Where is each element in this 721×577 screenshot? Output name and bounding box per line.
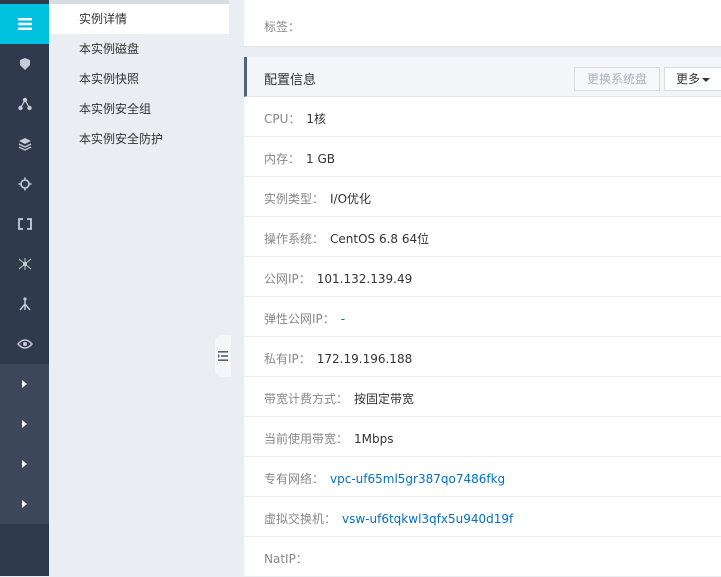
- chevron-right-icon: [21, 380, 27, 388]
- config-row-instance-type: 实例类型： I/O优化: [244, 177, 721, 217]
- chevron-right-icon: [21, 500, 27, 508]
- rail-ecs[interactable]: [0, 44, 49, 84]
- subnav-item-disks[interactable]: 本实例磁盘: [49, 34, 229, 64]
- database-icon: [18, 138, 31, 151]
- config-key: 专有网络：: [264, 472, 325, 486]
- main-content: 标签： 配置信息 更换系统盘 更多 CPU： 1核 内存： 1 GB 实例类型： I/…: [229, 0, 721, 576]
- rail-link[interactable]: [0, 204, 49, 244]
- tree-icon: [18, 297, 31, 311]
- rail-cog[interactable]: [0, 164, 49, 204]
- config-row-memory: 内存： 1 GB: [244, 137, 721, 177]
- subnav-item-security-groups[interactable]: 本实例安全组: [49, 94, 229, 124]
- network-icon: [17, 97, 32, 111]
- elastic-ip-link[interactable]: -: [341, 312, 345, 326]
- config-value: 1 GB: [306, 152, 335, 166]
- change-system-disk-button[interactable]: 更换系统盘: [574, 67, 660, 91]
- collapse-list-icon: [218, 351, 228, 361]
- config-value: 1核: [306, 112, 327, 126]
- config-row-natip: NatIP：: [244, 537, 721, 577]
- rail-eye[interactable]: [0, 324, 49, 364]
- config-row-vswitch: 虚拟交换机： vsw-uf6tqkwl3qfx5u940d19f: [244, 497, 721, 537]
- config-value: 101.132.139.49: [316, 272, 413, 286]
- config-key: 当前使用带宽：: [264, 432, 349, 446]
- config-row-billing: 带宽计费方式： 按固定带宽: [244, 377, 721, 417]
- vpc-link[interactable]: vpc-uf65ml5gr387qo7486fkg: [330, 472, 505, 486]
- icon-rail: [0, 0, 49, 576]
- config-value: 按固定带宽: [354, 392, 415, 406]
- more-button-label: 更多: [675, 72, 700, 86]
- config-key: 虚拟交换机：: [264, 512, 337, 526]
- config-key: NatIP：: [264, 552, 308, 566]
- menu-icon: [17, 18, 32, 30]
- config-panel: 配置信息 更换系统盘 更多 CPU： 1核 内存： 1 GB 实例类型： I/O优化 …: [244, 57, 721, 576]
- config-title: 配置信息: [264, 73, 317, 88]
- collapse-sidebar-handle[interactable]: [215, 335, 231, 377]
- vswitch-link[interactable]: vsw-uf6tqkwl3qfx5u940d19f: [342, 512, 513, 526]
- rail-tree[interactable]: [0, 284, 49, 324]
- chevron-right-icon: [21, 460, 27, 468]
- eye-icon: [16, 339, 33, 349]
- tags-label: 标签：: [264, 20, 301, 34]
- config-header: 配置信息 更换系统盘 更多: [244, 57, 721, 97]
- rail-expand-1[interactable]: [0, 364, 49, 404]
- config-row-os: 操作系统： CentOS 6.8 64位: [244, 217, 721, 257]
- tags-panel: 标签：: [244, 0, 721, 47]
- rail-menu[interactable]: [0, 4, 49, 44]
- rail-database[interactable]: [0, 124, 49, 164]
- config-value: 172.19.196.188: [316, 352, 413, 366]
- rail-network[interactable]: [0, 84, 49, 124]
- config-key: 带宽计费方式：: [264, 392, 349, 406]
- subnav-item-instance-details[interactable]: 实例详情: [49, 4, 229, 34]
- cloud-network-icon: [18, 258, 31, 270]
- config-key: 实例类型：: [264, 192, 325, 206]
- config-row-bandwidth: 当前使用带宽： 1Mbps: [244, 417, 721, 457]
- rail-expand-4[interactable]: [0, 484, 49, 524]
- more-dropdown-button[interactable]: 更多: [664, 67, 721, 91]
- config-key: 私有IP：: [264, 352, 311, 366]
- config-row-public-ip: 公网IP： 101.132.139.49: [244, 257, 721, 297]
- config-row-private-ip: 私有IP： 172.19.196.188: [244, 337, 721, 377]
- config-key: 内存：: [264, 152, 301, 166]
- rail-lower-group: [0, 364, 49, 524]
- rail-expand-2[interactable]: [0, 404, 49, 444]
- subnav-item-security-protection[interactable]: 本实例安全防护: [49, 124, 229, 154]
- config-row-vpc: 专有网络： vpc-uf65ml5gr387qo7486fkg: [244, 457, 721, 497]
- config-value: I/O优化: [330, 192, 372, 206]
- config-value: CentOS 6.8 64位: [330, 232, 430, 246]
- ecs-icon: [19, 58, 30, 70]
- config-key: 公网IP：: [264, 272, 311, 286]
- config-row-elastic-ip: 弹性公网IP： -: [244, 297, 721, 337]
- config-key: 弹性公网IP：: [264, 312, 335, 326]
- sub-navigation: 实例详情 本实例磁盘 本实例快照 本实例安全组 本实例安全防护: [49, 0, 229, 576]
- cog-icon: [18, 177, 31, 191]
- chevron-right-icon: [21, 420, 27, 428]
- rail-cloud-network[interactable]: [0, 244, 49, 284]
- config-key: 操作系统：: [264, 232, 325, 246]
- rail-expand-3[interactable]: [0, 444, 49, 484]
- caret-down-icon: [702, 77, 710, 82]
- subnav-item-snapshots[interactable]: 本实例快照: [49, 64, 229, 94]
- link-icon: [17, 218, 32, 230]
- config-row-cpu: CPU： 1核: [244, 97, 721, 137]
- config-value: 1Mbps: [354, 432, 394, 446]
- config-key: CPU：: [264, 112, 301, 126]
